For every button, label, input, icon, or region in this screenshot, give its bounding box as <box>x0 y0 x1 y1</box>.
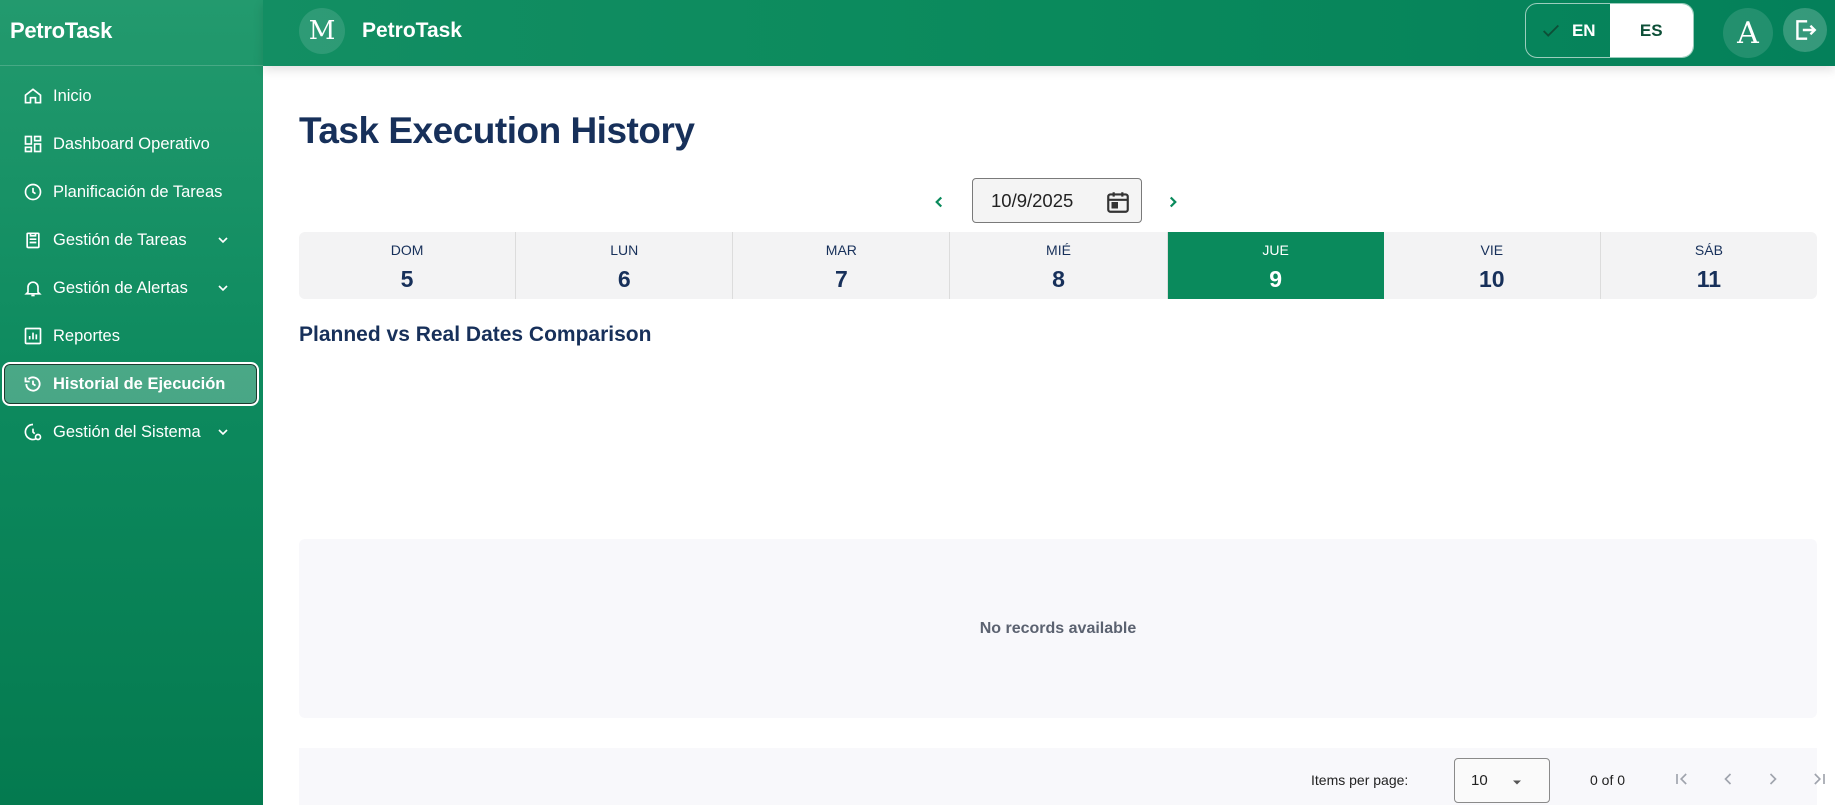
sidebar-brand: PetroTask <box>0 0 263 66</box>
day-cell[interactable]: SÁB 11 <box>1601 232 1817 299</box>
day-name: MIÉ <box>1046 242 1071 258</box>
page-range-label: 0 of 0 <box>1590 772 1626 788</box>
first-page-icon <box>1676 773 1687 785</box>
language-toggle: EN ES <box>1525 3 1694 58</box>
page-size-select[interactable]: 10 <box>1454 758 1550 803</box>
sidebar-item-label: Planificación de Tareas <box>53 182 223 201</box>
sidebar-nav: Inicio Dashboard Operativo Planificación… <box>0 66 263 454</box>
date-navigator: 10/9/2025 <box>299 178 1817 224</box>
sidebar-item-gestion-sistema[interactable]: Gestión del Sistema <box>2 410 259 454</box>
day-name: VIE <box>1480 242 1504 258</box>
dropdown-caret-icon <box>1513 780 1521 785</box>
lang-es-label: ES <box>1639 20 1663 40</box>
sidebar-item-planificacion[interactable]: Planificación de Tareas <box>2 170 259 214</box>
first-page-button[interactable] <box>1669 766 1695 792</box>
dashboard-icon <box>22 133 44 155</box>
sidebar-item-label: Gestión de Alertas <box>53 278 188 297</box>
page-title: Task Execution History <box>299 110 695 151</box>
chevron-down-icon <box>218 285 228 292</box>
user-avatar[interactable]: A <box>1723 8 1773 58</box>
day-number: 8 <box>1052 266 1065 292</box>
logout-button[interactable] <box>1783 8 1827 52</box>
chevron-right-icon <box>1769 773 1777 785</box>
day-number: 10 <box>1478 266 1505 292</box>
day-number: 9 <box>1269 266 1283 292</box>
prev-page-button[interactable] <box>1715 766 1741 792</box>
day-number: 5 <box>400 266 414 292</box>
day-number: 7 <box>834 266 848 292</box>
items-per-page-label: Items per page: <box>1311 772 1409 788</box>
empty-state-text: No records available <box>979 619 1137 637</box>
day-cell[interactable]: DOM 5 <box>299 232 517 299</box>
chevron-left-icon <box>935 196 943 208</box>
paginator: Items per page: 10 0 of 0 <box>299 748 1825 805</box>
main-content: Task Execution History 10/9/2025 DOM 5 L… <box>263 66 1835 805</box>
sidebar-item-inicio[interactable]: Inicio <box>2 74 259 118</box>
day-name: LUN <box>610 242 639 258</box>
clipboard-icon <box>22 229 44 251</box>
day-cell-selected[interactable]: JUE 9 <box>1167 232 1384 299</box>
chevron-left-icon <box>1724 773 1732 785</box>
lang-option-en[interactable]: EN <box>1526 4 1610 57</box>
history-icon <box>22 373 44 395</box>
logout-icon <box>1796 20 1817 40</box>
sidebar-item-label: Inicio <box>53 86 92 105</box>
sidebar-item-dashboard[interactable]: Dashboard Operativo <box>2 122 259 166</box>
sidebar: PetroTask Inicio Dashboard Operativo Pla… <box>0 0 263 805</box>
chevron-right-icon <box>1169 196 1177 208</box>
day-number: 11 <box>1696 266 1722 292</box>
calendar-icon[interactable] <box>1105 189 1131 215</box>
date-value: 10/9/2025 <box>991 189 1074 211</box>
chevron-down-icon <box>218 429 228 436</box>
day-name: DOM <box>390 242 424 258</box>
section-title: Planned vs Real Dates Comparison <box>299 323 652 346</box>
empty-state-panel: No records available <box>299 539 1817 718</box>
bar-chart-icon <box>22 325 44 347</box>
page-size-value: 10 <box>1471 772 1488 789</box>
sidebar-item-label: Gestión de Tareas <box>53 230 187 249</box>
bell-icon <box>22 277 44 299</box>
day-name: MAR <box>825 242 857 258</box>
day-cell[interactable]: MAR 7 <box>733 232 951 299</box>
day-name: SÁB <box>1694 242 1723 258</box>
lang-en-label: EN <box>1571 20 1596 40</box>
date-input[interactable]: 10/9/2025 <box>972 178 1142 223</box>
sidebar-item-label: Historial de Ejecución <box>53 374 226 393</box>
clock-icon <box>22 181 44 203</box>
sidebar-item-label: Gestión del Sistema <box>53 422 201 441</box>
sidebar-item-gestion-alertas[interactable]: Gestión de Alertas <box>2 266 259 310</box>
sidebar-item-label: Dashboard Operativo <box>53 134 210 153</box>
app-logo: M <box>299 8 345 54</box>
last-page-button[interactable] <box>1806 766 1832 792</box>
system-settings-icon <box>22 421 44 443</box>
chevron-down-icon <box>218 237 228 244</box>
sidebar-item-historial[interactable]: Historial de Ejecución <box>2 362 259 406</box>
header-title: PetroTask <box>362 19 462 42</box>
home-icon <box>22 85 44 107</box>
day-name: JUE <box>1262 242 1289 258</box>
day-cell[interactable]: MIÉ 8 <box>950 232 1168 299</box>
sidebar-item-reportes[interactable]: Reportes <box>2 314 259 358</box>
next-page-button[interactable] <box>1760 766 1786 792</box>
day-cell[interactable]: VIE 10 <box>1384 232 1601 299</box>
sidebar-item-gestion-tareas[interactable]: Gestión de Tareas <box>2 218 259 262</box>
lang-option-es[interactable]: ES <box>1609 4 1693 57</box>
last-page-icon <box>1814 773 1825 785</box>
day-cell[interactable]: LUN 6 <box>516 232 734 299</box>
day-number: 6 <box>617 266 631 292</box>
next-day-button[interactable] <box>1161 190 1185 214</box>
sidebar-item-label: Reportes <box>53 326 120 345</box>
check-icon <box>1542 24 1559 37</box>
top-header: M PetroTask EN ES A <box>263 0 1835 66</box>
prev-day-button[interactable] <box>927 190 951 214</box>
week-day-strip: DOM 5 LUN 6 MAR 7 MIÉ 8 JUE 9 VIE 10 SÁB… <box>299 232 1817 299</box>
